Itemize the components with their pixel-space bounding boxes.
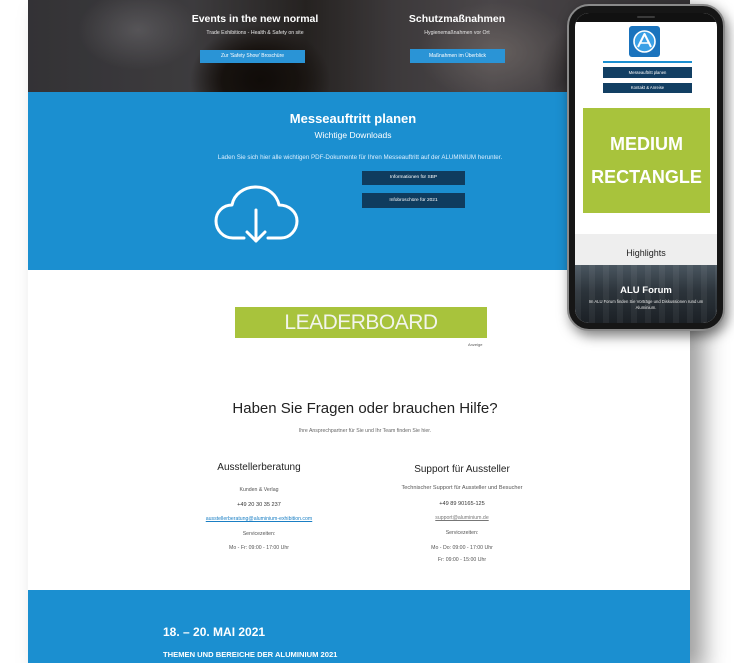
contact-phone[interactable]: +49 20 30 35 237 [159,502,359,509]
events-new-normal-teaser: Events in the new normal Trade Exhibitio… [155,13,355,37]
mobile-messeauftritt-planen-button[interactable]: Messeauftritt planen [603,67,692,78]
event-dates: 18. – 20. MAI 2021 [163,625,266,639]
contact-name: Technischer Support für Aussteller und B… [401,485,523,491]
service-hours: Fr: 09:00 - 15:00 Uhr [437,557,487,563]
mobile-kontakt-anreise-button[interactable]: Kontakt & Anreise [603,83,692,93]
mobile-phone-mockup: Messeauftritt planen Kontakt & Anreise M… [567,4,725,331]
contact-email-link[interactable]: ausstellerberatung@aluminium-exhibition.… [159,516,359,523]
service-hours: Mo - Do: 09:00 - 17:00 Uhr [431,545,493,551]
event-topics-heading: THEMEN UND BEREICHE DER ALUMINIUM 2021 [163,650,338,659]
mobile-accent-line [603,61,692,63]
massnahmen-overview-button[interactable]: Maßnahmen im Überblick [410,49,505,63]
safety-show-brochure-button[interactable]: Zur 'Safety Show' Broschüre [200,50,305,63]
schutzmassnahmen-subtitle: Hygienemaßnahmen vor Ort [424,30,490,36]
notch-speaker [637,16,655,18]
service-hours: Mo - Fr: 09:00 - 17:00 Uhr [229,545,289,551]
event-banner: 18. – 20. MAI 2021 THEMEN UND BEREICHE D… [28,590,690,663]
schutzmassnahmen-title: Schutzmaßnahmen [408,13,506,25]
alu-forum-title: ALU Forum [620,285,672,296]
download-button-info[interactable]: Informationen für SBP [362,171,465,185]
highlights-header: Highlights [575,234,717,265]
help-title: Haben Sie Fragen oder brauchen Hilfe? [232,400,498,417]
contact-phone[interactable]: +49 89 90165-125 [362,501,562,508]
events-new-normal-subtitle: Trade Exhibitions - Health & Safety on s… [206,30,304,36]
highlights-title: Highlights [626,248,666,258]
service-hours-label: Servicezeiten: [242,531,276,537]
ad-label: Anzeige [468,342,483,347]
contact-email-link[interactable]: support@aluminium.de [362,515,562,522]
medium-rectangle-line2: RECTANGLE [591,166,702,187]
alu-forum-description: Im ALU Forum finden Sie Vorträge und Dis… [588,299,704,310]
medium-rectangle-line1: MEDIUM [610,133,683,154]
alu-forum-card[interactable]: ALU Forum Im ALU Forum finden Sie Vorträ… [575,265,717,323]
download-button-brochure[interactable]: Infobroschüre für 2021 [362,193,465,208]
column-title: Support für Aussteller [414,464,510,475]
events-new-normal-title: Events in the new normal [191,13,319,25]
cloud-download-icon [214,185,299,243]
schutzmassnahmen-teaser: Schutzmaßnahmen Hygienemaßnahmen vor Ort [357,13,557,37]
leaderboard-ad[interactable]: LEADERBOARD [235,307,487,338]
service-hours-label: Servicezeiten: [445,530,479,536]
mobile-screen: Messeauftritt planen Kontakt & Anreise M… [575,13,717,323]
help-subtitle: Ihre Ansprechpartner für Sie und Ihr Tea… [298,428,432,434]
medium-rectangle-ad[interactable]: MEDIUM RECTANGLE [583,108,710,213]
column-title: Ausstellerberatung [217,462,301,473]
contact-name: Kunden & Verlag [239,487,279,493]
alu-logo[interactable] [629,26,660,57]
